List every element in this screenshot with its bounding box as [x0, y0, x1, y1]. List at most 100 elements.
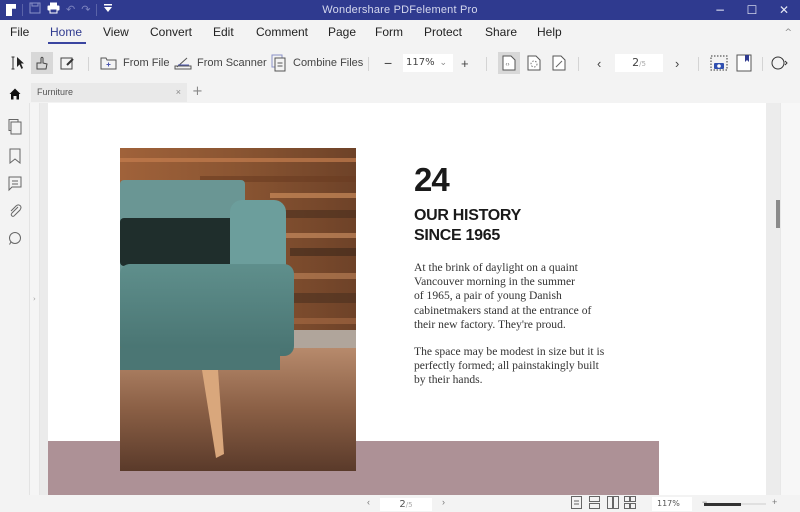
- status-zoom-in-button[interactable]: +: [772, 497, 777, 507]
- chevron-right-icon: ›: [33, 295, 36, 303]
- from-file-button[interactable]: From File: [98, 51, 169, 75]
- heading-line: SINCE 1965: [414, 227, 500, 244]
- bookmark-page-button[interactable]: [733, 51, 755, 75]
- fit-width-icon: ‹›: [498, 52, 520, 74]
- divider: [88, 57, 89, 71]
- maximize-button[interactable]: ☐: [736, 0, 768, 20]
- single-page-view-icon[interactable]: [571, 496, 582, 511]
- menu-share[interactable]: Share: [485, 25, 517, 39]
- heading-line: OUR HISTORY: [414, 207, 521, 224]
- actual-size-button[interactable]: [548, 51, 570, 75]
- text-line: their new factory. They're proud.: [414, 317, 566, 331]
- from-scanner-label: From Scanner: [197, 57, 267, 69]
- tab-furniture[interactable]: Furniture ×: [31, 83, 187, 102]
- text-line: The space may be modest in size but it i…: [414, 345, 605, 358]
- text-select-cursor-icon: [8, 52, 30, 74]
- search-button[interactable]: [770, 51, 792, 75]
- hand-tool-button[interactable]: [31, 51, 53, 75]
- two-page-continuous-view-icon[interactable]: [624, 496, 636, 511]
- body-paragraph-2: The space may be modest in size but it i…: [414, 345, 604, 388]
- bookmark-page-icon: [733, 52, 755, 74]
- divider: [762, 57, 763, 71]
- status-prev-page-button[interactable]: ‹: [367, 497, 370, 507]
- left-panel-rail: [0, 103, 30, 495]
- pdf-page: 24 OUR HISTORY SINCE 1965 At the brink o…: [48, 103, 766, 495]
- vertical-scrollbar[interactable]: [766, 103, 780, 495]
- svg-text:‹›: ‹›: [506, 62, 510, 68]
- zoom-level-dropdown[interactable]: 117% ⌄: [403, 54, 453, 72]
- status-next-page-button[interactable]: ›: [442, 497, 445, 507]
- window-controls: − ☐ ✕: [704, 0, 800, 20]
- page-number-heading: 24: [414, 161, 450, 198]
- screenshot-button[interactable]: [708, 51, 730, 75]
- continuous-view-icon[interactable]: [589, 496, 600, 511]
- home-icon[interactable]: [9, 85, 21, 100]
- page-gutter: [40, 103, 48, 495]
- zoom-slider-fill[interactable]: [704, 502, 742, 506]
- previous-page-button[interactable]: ‹: [597, 51, 601, 75]
- close-button[interactable]: ✕: [768, 0, 800, 20]
- divider: [578, 57, 579, 71]
- tab-label: Furniture: [37, 87, 74, 97]
- new-tab-button[interactable]: +: [192, 83, 203, 101]
- status-page-input[interactable]: 2/5: [380, 498, 432, 511]
- hand-icon: [31, 52, 53, 74]
- zoom-slider[interactable]: [704, 502, 766, 506]
- search-panel-icon[interactable]: [8, 231, 22, 245]
- fit-width-button[interactable]: ‹›: [498, 51, 520, 75]
- edit-tool-button[interactable]: [56, 51, 78, 75]
- status-page-total: /5: [405, 501, 413, 509]
- divider: [368, 57, 369, 71]
- text-line: cabinetmakers stand at the entrance of: [414, 303, 592, 317]
- menu-protect[interactable]: Protect: [424, 25, 462, 39]
- text-line: by their hands.: [414, 373, 483, 387]
- scanner-icon: [172, 52, 194, 74]
- body-paragraph-1: At the brink of daylight on a quaint Van…: [414, 261, 591, 332]
- minimize-button[interactable]: −: [704, 0, 736, 20]
- two-page-view-icon[interactable]: [607, 496, 619, 511]
- menu-form[interactable]: Form: [375, 25, 403, 39]
- divider: [698, 57, 699, 71]
- panel-collapse-handle[interactable]: ›: [30, 103, 40, 495]
- page-number-input[interactable]: 2/5: [615, 54, 663, 72]
- bookmark-icon[interactable]: [8, 148, 22, 165]
- document-tab-bar: Furniture × +: [0, 81, 800, 103]
- search-icon: [770, 52, 792, 74]
- ribbon-toolbar: From File From Scanner Combine Files − +…: [0, 45, 800, 81]
- close-tab-icon[interactable]: ×: [176, 83, 181, 102]
- right-panel-edge: [780, 103, 800, 495]
- menu-comment[interactable]: Comment: [256, 25, 308, 39]
- edit-icon: [56, 52, 78, 74]
- chevron-down-icon: ⌄: [439, 58, 447, 68]
- screenshot-camera-icon: [708, 52, 730, 74]
- active-menu-indicator: [48, 42, 86, 44]
- from-scanner-button[interactable]: From Scanner: [172, 51, 267, 75]
- collapse-ribbon-icon[interactable]: ^: [784, 28, 792, 38]
- menu-home[interactable]: Home: [50, 25, 82, 39]
- fit-page-icon: [523, 52, 545, 74]
- combine-files-label: Combine Files: [293, 57, 364, 69]
- window-title: Wondershare PDFelement Pro: [322, 4, 478, 16]
- menu-help[interactable]: Help: [537, 25, 562, 39]
- fit-page-button[interactable]: [523, 51, 545, 75]
- folder-add-icon: [98, 52, 120, 74]
- comment-icon[interactable]: [8, 176, 22, 192]
- zoom-in-button[interactable]: +: [461, 51, 469, 75]
- menu-view[interactable]: View: [103, 25, 129, 39]
- text-line: At the brink of daylight on a quaint: [414, 261, 578, 274]
- next-page-button[interactable]: ›: [675, 51, 679, 75]
- thumbnails-icon[interactable]: [8, 119, 22, 135]
- menu-file[interactable]: File: [10, 25, 29, 39]
- menu-page[interactable]: Page: [328, 25, 356, 39]
- zoom-level-value: 117%: [406, 57, 435, 68]
- zoom-out-button[interactable]: −: [384, 51, 392, 75]
- menu-edit[interactable]: Edit: [213, 25, 234, 39]
- attachment-icon[interactable]: [8, 203, 22, 217]
- select-tool-button[interactable]: [8, 51, 30, 75]
- combine-files-button[interactable]: Combine Files: [268, 51, 363, 75]
- page-total: /5: [639, 60, 646, 68]
- menu-convert[interactable]: Convert: [150, 25, 192, 39]
- actual-size-icon: [548, 52, 570, 74]
- status-zoom-value[interactable]: 117%: [652, 497, 692, 511]
- text-line: of 1965, a pair of young Danish: [414, 289, 562, 303]
